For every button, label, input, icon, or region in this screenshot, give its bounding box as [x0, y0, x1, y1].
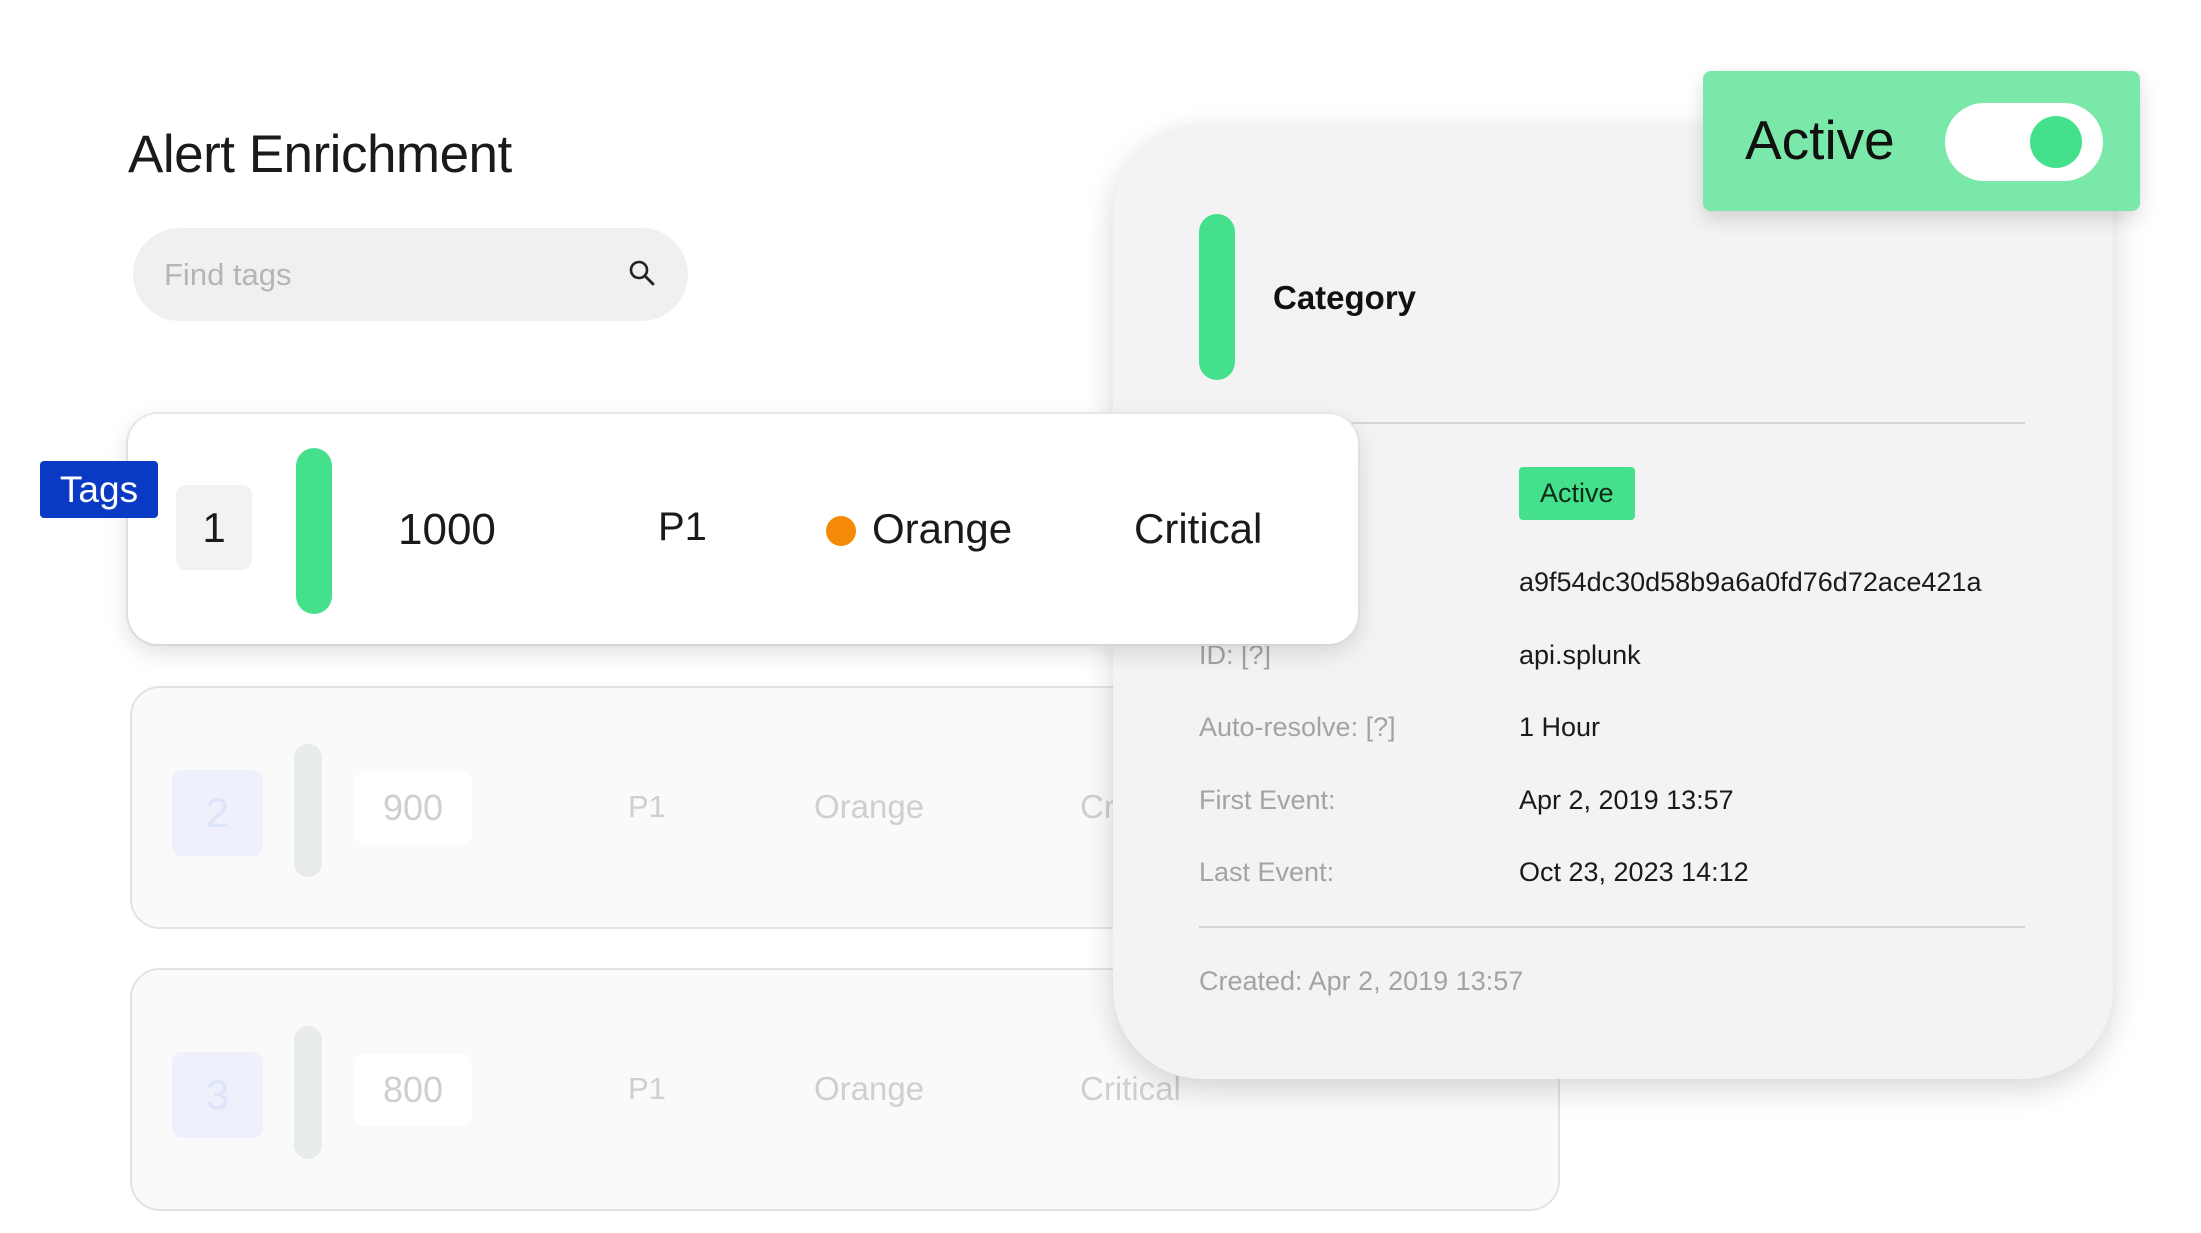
search-icon[interactable] [627, 258, 657, 288]
tags-badge: Tags [40, 461, 158, 518]
tag-search[interactable] [133, 228, 688, 321]
created-text: Created: Apr 2, 2019 13:57 [1199, 966, 1524, 996]
row-priority: P1 [628, 1071, 666, 1106]
first-event-label: First Event: [1199, 785, 1336, 815]
orange-dot-icon [826, 516, 856, 546]
status-bar [294, 1026, 322, 1159]
divider [1199, 926, 2025, 928]
row-priority: P1 [658, 505, 707, 549]
status-bar [294, 744, 322, 877]
status-badge: Active [1519, 467, 1635, 520]
active-toggle-card: Active [1703, 71, 2140, 211]
active-toggle[interactable] [1945, 103, 2103, 181]
search-input[interactable] [164, 228, 604, 321]
category-title: Category [1273, 279, 1417, 316]
status-bar [296, 448, 332, 614]
page-title: Alert Enrichment [128, 125, 512, 184]
row-index: 1 [176, 485, 252, 570]
row-severity: Critical [1080, 1070, 1181, 1107]
row-priority: P1 [628, 789, 666, 824]
row-color: Orange [814, 788, 925, 825]
toggle-knob [2030, 116, 2082, 168]
hash-value: a9f54dc30d58b9a6a0fd76d72ace421a [1519, 567, 1982, 597]
last-event-label: Last Event: [1199, 857, 1335, 887]
id-label[interactable]: ID: [?] [1199, 640, 1271, 671]
toggle-label: Active [1745, 109, 1895, 171]
row-value: 900 [354, 772, 472, 844]
row-severity: Critical [1134, 505, 1263, 552]
row-value: 1000 [398, 505, 496, 554]
auto-resolve-value: 1 Hour [1519, 712, 1601, 742]
row-index: 2 [172, 770, 263, 856]
row-color: Orange [814, 1070, 925, 1107]
row-color: Orange [872, 505, 1013, 552]
category-bar [1199, 214, 1235, 380]
row-index: 3 [172, 1052, 263, 1138]
last-event-value: Oct 23, 2023 14:12 [1519, 857, 1749, 887]
first-event-value: Apr 2, 2019 13:57 [1519, 785, 1734, 815]
row-value: 800 [354, 1054, 472, 1126]
id-value: api.splunk [1519, 640, 1641, 670]
auto-resolve-label[interactable]: Auto-resolve: [?] [1199, 712, 1396, 743]
table-row[interactable]: 1 1000 P1 Orange Critical [128, 414, 1358, 644]
